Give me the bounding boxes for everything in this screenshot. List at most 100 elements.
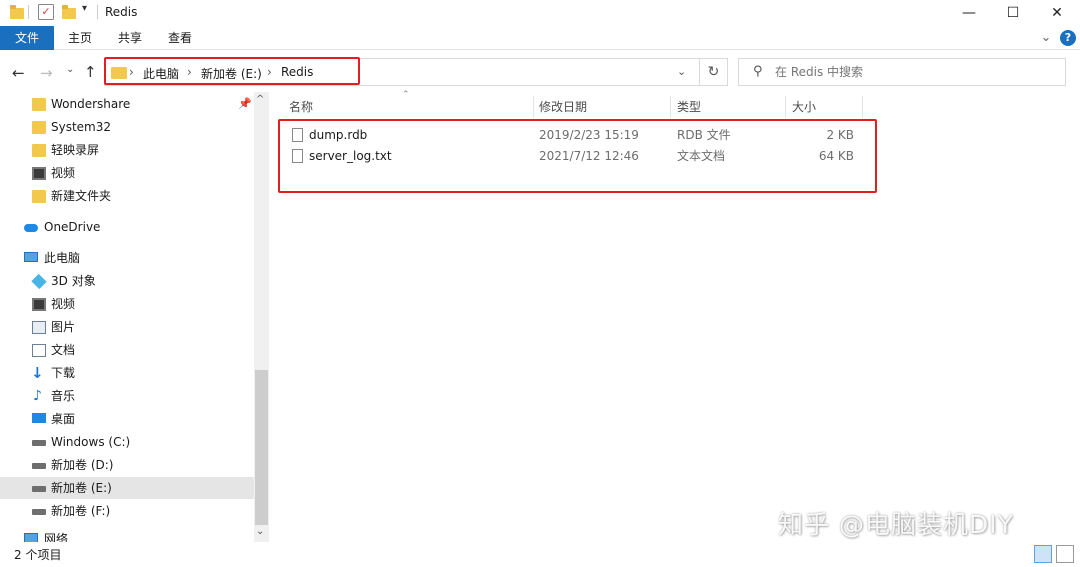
column-separator[interactable] <box>862 96 863 118</box>
sidebar-item-label: 桌面 <box>51 412 76 426</box>
sidebar-item-label: OneDrive <box>44 220 101 234</box>
download-icon: ↓ <box>31 364 44 382</box>
column-header-name[interactable]: 名称 <box>289 96 313 118</box>
navigation-pane: Wondershare 📌 System32 轻映录屏 视频 新建文件夹 One… <box>0 92 270 542</box>
sidebar-item-drive-f[interactable]: 新加卷 (F:) <box>0 500 254 522</box>
tab-home[interactable]: 主页 <box>58 26 102 50</box>
sidebar-item-label: 图片 <box>51 320 76 334</box>
pin-icon[interactable]: 📌 <box>238 93 252 115</box>
sidebar-item-label: 3D 对象 <box>51 274 96 288</box>
sidebar-item-label: 下载 <box>51 366 76 380</box>
sidebar-item-label: Wondershare <box>51 97 131 111</box>
sidebar-item-desktop[interactable]: 桌面 <box>0 408 254 430</box>
scroll-down-icon[interactable]: ⌄ <box>256 526 264 537</box>
sidebar-item-drive-c[interactable]: Windows (C:) <box>0 431 254 453</box>
search-input[interactable] <box>775 63 1055 81</box>
sidebar-item-label: 此电脑 <box>44 251 81 265</box>
sidebar-item-videos-quick[interactable]: 视频 <box>0 162 254 184</box>
folder-icon <box>32 98 46 111</box>
column-separator[interactable] <box>670 96 671 118</box>
network-icon <box>24 533 38 542</box>
watermark: 知乎 @电脑装机DIY <box>778 510 1014 539</box>
maximize-button[interactable]: ☐ <box>990 0 1036 26</box>
files-highlight-box <box>278 119 877 193</box>
drive-icon <box>32 463 46 469</box>
status-bar: 2 个项目 <box>0 543 1080 567</box>
sidebar-item-this-pc[interactable]: 此电脑 <box>0 247 254 269</box>
sidebar-item-screen-recorder[interactable]: 轻映录屏 <box>0 139 254 161</box>
details-view-icon[interactable] <box>1034 545 1052 563</box>
sidebar-item-label: 文档 <box>51 343 76 357</box>
sidebar-item-label: 视频 <box>51 166 76 180</box>
pc-icon <box>24 252 38 262</box>
sidebar-item-label: 新加卷 (E:) <box>51 481 112 495</box>
customize-toolbar-icon[interactable]: ▾ <box>82 3 87 21</box>
sidebar-item-new-folder[interactable]: 新建文件夹 <box>0 185 254 207</box>
refresh-icon[interactable]: ↻ <box>700 58 728 86</box>
expand-ribbon-icon[interactable]: ⌄ <box>1038 26 1054 50</box>
back-arrow-icon[interactable]: ← <box>12 64 25 82</box>
sidebar-item-wondershare[interactable]: Wondershare 📌 <box>0 93 254 115</box>
item-count: 2 个项目 <box>14 548 62 562</box>
up-arrow-icon[interactable]: ↑ <box>84 63 97 81</box>
sidebar-item-3d-objects[interactable]: 3D 对象 <box>0 270 254 292</box>
minimize-button[interactable]: — <box>946 0 992 26</box>
picture-icon <box>32 321 46 334</box>
drive-icon <box>32 486 46 492</box>
column-separator[interactable] <box>785 96 786 118</box>
sidebar-item-label: 视频 <box>51 297 76 311</box>
sidebar-item-label: 新建文件夹 <box>51 189 112 203</box>
document-icon <box>32 344 46 357</box>
cloud-icon <box>24 224 38 232</box>
sidebar-item-label: 轻映录屏 <box>51 143 100 157</box>
folder-icon <box>32 121 46 134</box>
address-dropdown-icon[interactable]: ⌄ <box>677 65 686 78</box>
sidebar-item-pictures[interactable]: 图片 <box>0 316 254 338</box>
tab-file[interactable]: 文件 <box>0 26 54 50</box>
sidebar-item-onedrive[interactable]: OneDrive <box>0 216 254 238</box>
scrollbar-thumb[interactable] <box>255 370 268 525</box>
sidebar-item-downloads[interactable]: ↓ 下载 <box>0 362 254 384</box>
search-box[interactable]: ⚲ <box>738 58 1066 86</box>
title-bar: ✓ ▾ Redis — ☐ ✕ <box>0 0 1080 26</box>
toolbar-separator <box>97 5 98 19</box>
column-header-size[interactable]: 大小 <box>792 96 816 118</box>
forward-arrow-icon[interactable]: → <box>40 64 53 82</box>
sidebar-item-music[interactable]: ♪ 音乐 <box>0 385 254 407</box>
sidebar-item-drive-e[interactable]: 新加卷 (E:) <box>0 477 254 499</box>
folder-icon <box>32 144 46 157</box>
large-icons-view-icon[interactable] <box>1056 545 1074 563</box>
sidebar-item-drive-d[interactable]: 新加卷 (D:) <box>0 454 254 476</box>
music-icon: ♪ <box>33 388 42 404</box>
recent-locations-icon[interactable]: ⌄ <box>66 64 74 75</box>
sidebar-item-videos[interactable]: 视频 <box>0 293 254 315</box>
help-icon[interactable]: ? <box>1060 30 1076 46</box>
properties-check-icon[interactable]: ✓ <box>38 4 54 20</box>
video-icon <box>32 298 46 311</box>
desktop-icon <box>32 413 46 423</box>
sidebar-scrollbar[interactable]: ^ ⌄ <box>254 92 269 542</box>
sidebar-item-documents[interactable]: 文档 <box>0 339 254 361</box>
sidebar-item-label: 音乐 <box>51 389 76 403</box>
folder-icon <box>32 190 46 203</box>
column-header-type[interactable]: 类型 <box>677 96 701 118</box>
sidebar-item-network[interactable]: 网络 <box>0 528 254 542</box>
drive-icon <box>32 509 46 515</box>
scroll-up-icon[interactable]: ^ <box>256 94 264 105</box>
column-separator[interactable] <box>533 96 534 118</box>
ribbon: 文件 主页 共享 查看 ⌄ ? <box>0 26 1080 50</box>
sidebar-item-label: Windows (C:) <box>51 435 131 449</box>
cube-icon <box>31 273 47 290</box>
sidebar-item-system32[interactable]: System32 <box>0 116 254 138</box>
video-icon <box>32 167 46 180</box>
sidebar-item-label: 新加卷 (D:) <box>51 458 114 472</box>
close-button[interactable]: ✕ <box>1034 0 1080 26</box>
toolbar-separator <box>28 5 29 19</box>
column-header-modified[interactable]: 修改日期 <box>539 96 587 118</box>
window-title: Redis <box>105 5 138 19</box>
tab-share[interactable]: 共享 <box>108 26 152 50</box>
address-highlight-box <box>104 57 360 85</box>
search-icon: ⚲ <box>753 64 763 79</box>
tab-view[interactable]: 查看 <box>158 26 202 50</box>
windows-drive-icon <box>32 440 46 446</box>
